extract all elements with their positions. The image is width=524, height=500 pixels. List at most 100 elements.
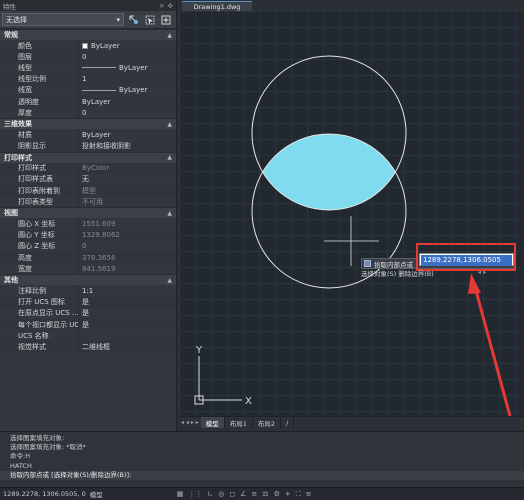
property-value: 1:1: [82, 286, 94, 295]
select-objects-icon[interactable]: [143, 13, 156, 26]
palette-toolbar: 无选择 ▾: [0, 11, 176, 29]
chevron-up-icon[interactable]: ▲: [167, 210, 172, 217]
property-row[interactable]: 在原点显示 UCS ... 是: [0, 307, 176, 319]
otrack-icon[interactable]: ∠: [240, 490, 246, 499]
chevron-up-icon[interactable]: ▲: [167, 154, 172, 161]
property-value-cell[interactable]: ByLayer: [79, 96, 176, 107]
property-row[interactable]: 打印样式表无: [0, 173, 176, 186]
command-line[interactable]: 选择图案填充对象: 选择图案填充对象: *取消* 命令:H HATCH 拾取内部…: [0, 431, 524, 487]
command-current-prompt[interactable]: 拾取内部点或 [选择对象(S)/删除边界(B)]:: [0, 470, 524, 481]
status-coordinates[interactable]: 1289.2278, 1306.0505, 0: [3, 490, 86, 498]
property-row[interactable]: 线宽 ByLayer: [0, 84, 176, 96]
property-value-cell[interactable]: 1329.8062: [79, 230, 176, 241]
chevron-up-icon[interactable]: ▲: [167, 277, 172, 284]
property-row[interactable]: 颜色 ByLayer: [0, 40, 176, 52]
chevron-up-icon[interactable]: ▲: [167, 32, 172, 39]
add-layout-button[interactable]: /: [281, 417, 295, 428]
property-row[interactable]: 图层 0: [0, 51, 176, 63]
polar-icon[interactable]: ◎: [218, 490, 224, 499]
section-header[interactable]: 三维效果 ▲: [0, 118, 176, 130]
menu-icon[interactable]: ≡: [306, 490, 312, 499]
options-arrows-icon[interactable]: ◂ ▸: [478, 268, 487, 278]
plus-icon[interactable]: +: [285, 490, 291, 499]
fullscreen-icon[interactable]: ⛶: [296, 490, 301, 499]
property-value-cell[interactable]: 0: [79, 107, 176, 118]
property-value: ByColor: [82, 164, 110, 173]
property-row[interactable]: UCS 名称: [0, 330, 176, 342]
property-value-cell[interactable]: 378.3656: [79, 252, 176, 263]
property-row[interactable]: 打开 UCS 图标是: [0, 296, 176, 308]
ortho-icon[interactable]: ∟: [207, 490, 213, 499]
linetype-sample: [82, 67, 116, 69]
property-value-cell[interactable]: 不可用: [79, 196, 176, 207]
property-row[interactable]: 圆心 Z 坐标 0: [0, 240, 176, 252]
lineweight-icon[interactable]: ≡: [251, 490, 257, 499]
section-header[interactable]: 视图 ▲: [0, 207, 176, 219]
annotation-scale-icon[interactable]: ⚖: [262, 490, 268, 499]
selection-dropdown[interactable]: 无选择 ▾: [2, 13, 124, 26]
property-value: 0: [82, 242, 87, 251]
property-row[interactable]: 打印样式 ByColor: [0, 162, 176, 174]
property-row[interactable]: 视觉样式 二维线框: [0, 341, 176, 353]
property-value-cell[interactable]: ByLayer: [79, 62, 176, 73]
property-value-cell[interactable]: 无: [79, 174, 176, 185]
property-row[interactable]: 每个视口都显示 UCS 是: [0, 318, 176, 331]
section-header[interactable]: 打印样式 ▲: [0, 151, 176, 163]
property-value-cell[interactable]: ByLayer: [79, 85, 176, 96]
property-value-cell[interactable]: ByColor: [79, 163, 176, 174]
tab-model[interactable]: 模型: [200, 417, 225, 428]
layout-nav-icon[interactable]: ◂ ◂ ▸ ▸: [179, 419, 201, 426]
grid-icon[interactable]: ▦: [177, 490, 184, 499]
property-row[interactable]: 打印表类型 不可用: [0, 196, 176, 208]
property-row[interactable]: 注释比例 1:1: [0, 285, 176, 297]
property-value-cell[interactable]: 1551.609: [79, 218, 176, 229]
property-value-cell[interactable]: 是: [79, 308, 176, 319]
property-row[interactable]: 线型比例 1: [0, 73, 176, 85]
section-header[interactable]: 常规 ▲: [0, 29, 176, 40]
property-value-cell[interactable]: 0: [79, 51, 176, 62]
property-row[interactable]: 打印表附着到 模型: [0, 185, 176, 197]
chevron-up-icon[interactable]: ▲: [167, 121, 172, 128]
property-value-cell[interactable]: 841.5619: [79, 263, 176, 274]
tab-drawing1[interactable]: Drawing1.dwg: [182, 1, 252, 11]
property-value-cell[interactable]: 模型: [79, 185, 176, 196]
tab-layout2[interactable]: 布局2: [253, 417, 282, 428]
workspace-gear-icon[interactable]: ⚙: [274, 490, 280, 499]
property-value-cell[interactable]: 二维线框: [79, 341, 176, 352]
property-value-cell[interactable]: 1: [79, 74, 176, 85]
property-value-cell[interactable]: 投射和接收阴影: [79, 141, 176, 152]
dynamic-input-icon: [364, 260, 371, 267]
prompt-options-text[interactable]: 选择对象(S) 删除边界(B): [361, 268, 434, 278]
selection-value: 无选择: [6, 15, 27, 24]
property-row[interactable]: 透明度 ByLayer: [0, 95, 176, 108]
property-key: 宽度: [0, 263, 79, 275]
tab-layout1[interactable]: 布局1: [225, 417, 253, 428]
osnap-icon[interactable]: ◻: [229, 490, 235, 499]
hatch-fill[interactable]: [252, 56, 406, 210]
pickadd-icon[interactable]: [159, 13, 172, 26]
property-row[interactable]: 线型 ByLayer: [0, 62, 176, 74]
drawing-canvas[interactable]: Y X 拾取内部点或 1289.2278,1306.0505 选择对象(S) 删…: [179, 11, 524, 416]
quick-select-icon[interactable]: [127, 13, 140, 26]
property-value-cell[interactable]: 1:1: [79, 285, 176, 296]
move-icon[interactable]: ✜: [168, 2, 173, 10]
snap-icon[interactable]: ⋮⋮: [188, 490, 202, 499]
property-value: 841.5619: [82, 264, 116, 273]
close-icon[interactable]: ✕: [159, 2, 164, 10]
property-row[interactable]: 阴影显示 投射和接收阴影: [0, 140, 176, 152]
property-value: 0: [82, 108, 87, 117]
model-space-button[interactable]: 模型: [90, 489, 103, 499]
property-row[interactable]: 高度 378.3656: [0, 252, 176, 264]
property-value-cell[interactable]: ByLayer: [79, 40, 176, 51]
property-value-cell[interactable]: 0: [79, 241, 176, 252]
property-row[interactable]: 材质 ByLayer: [0, 129, 176, 141]
property-row[interactable]: 圆心 Y 坐标 1329.8062: [0, 229, 176, 241]
property-value-cell[interactable]: 是: [79, 297, 176, 308]
property-value-cell[interactable]: 是: [79, 319, 176, 330]
property-row[interactable]: 圆心 X 坐标 1551.609: [0, 218, 176, 230]
property-value-cell[interactable]: [79, 330, 176, 341]
property-value-cell[interactable]: ByLayer: [79, 129, 176, 140]
section-header[interactable]: 其他 ▲: [0, 274, 176, 286]
property-row[interactable]: 宽度 841.5619: [0, 263, 176, 275]
property-row[interactable]: 厚度 0: [0, 107, 176, 119]
